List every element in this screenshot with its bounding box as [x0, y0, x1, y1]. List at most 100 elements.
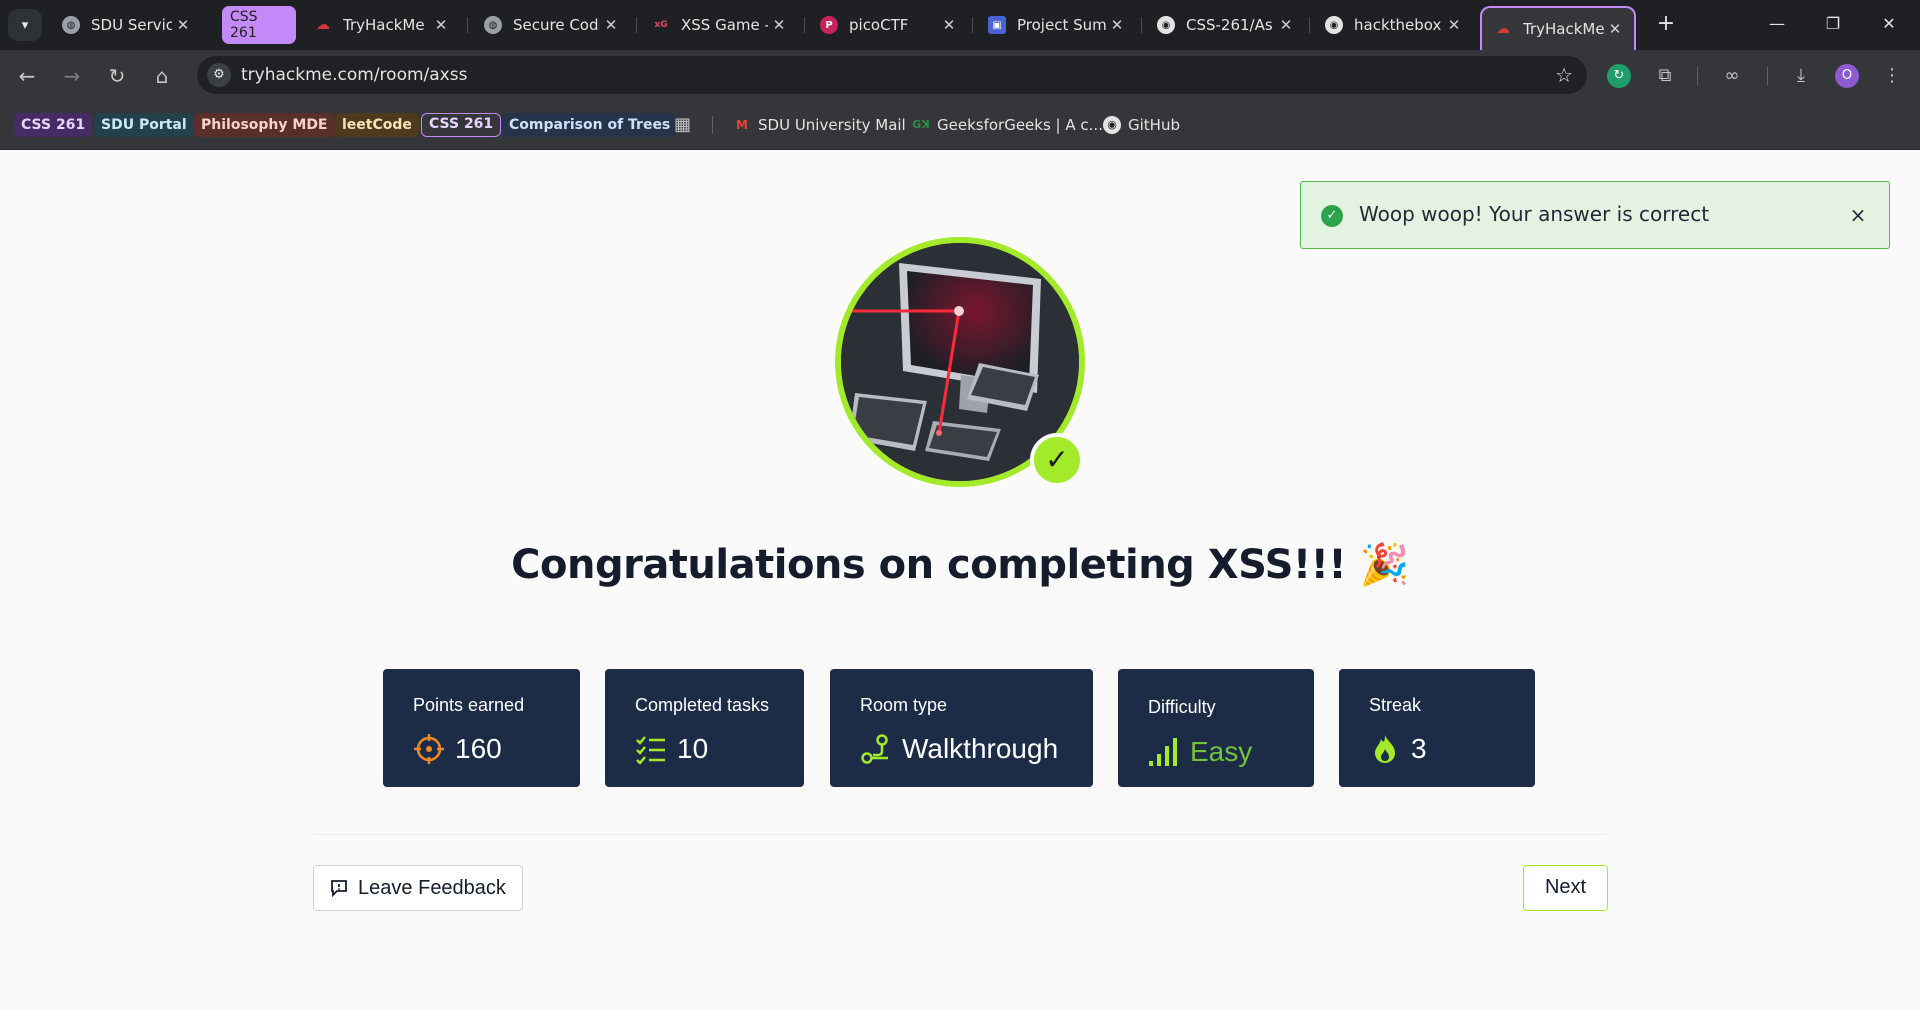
stat-label: Points earned — [413, 695, 525, 715]
tab-separator — [972, 17, 973, 33]
tryhackme-icon: ☁ — [1496, 21, 1510, 37]
tab-picoctf[interactable]: P picoCTF ✕ — [808, 8, 968, 42]
gmail-icon: M — [736, 118, 748, 132]
tab-tryhackme[interactable]: ☁ TryHackMe | ✕ — [302, 8, 460, 42]
next-button[interactable]: Next — [1523, 865, 1608, 911]
url-text[interactable]: tryhackme.com/room/axss — [241, 65, 467, 85]
bookmarks-bar: CSS 261 SDU Portal Philosophy MDE leetCo… — [0, 100, 1920, 150]
tab-separator — [636, 17, 637, 33]
window-close-button[interactable]: ✕ — [1862, 8, 1916, 40]
toast-message: Woop woop! Your answer is correct — [1359, 202, 1710, 226]
bookmark-group-philosophy-mde[interactable]: Philosophy MDE — [194, 113, 335, 137]
stat-value: 3 — [1411, 733, 1427, 764]
globe-icon: ◍ — [62, 16, 80, 34]
tab-project-summary[interactable]: ▣ Project Sum ✕ — [976, 8, 1136, 42]
github-icon: ◉ — [1325, 16, 1343, 34]
tab-tryhackme-active[interactable]: ☁ TryHackMe | ✕ — [1480, 6, 1636, 50]
tab-separator — [804, 17, 805, 33]
signal-bars-icon — [1149, 738, 1177, 766]
chevron-down-icon: ▾ — [21, 17, 29, 33]
github-icon: ◉ — [1157, 16, 1175, 34]
back-arrow-icon[interactable]: ← — [12, 61, 42, 91]
close-icon[interactable]: ✕ — [1604, 20, 1626, 38]
close-icon[interactable]: × — [1845, 202, 1871, 228]
bookmark-geeksforgeeks[interactable]: Gꓘ GeeksforGeeks | A c... — [912, 113, 1103, 137]
stat-card-points: Points earned 160 — [383, 669, 580, 787]
stat-label: Streak — [1369, 695, 1422, 715]
close-icon[interactable]: ✕ — [172, 16, 194, 34]
bookmark-group-sdu-portal[interactable]: SDU Portal — [94, 113, 194, 137]
address-bar[interactable]: ⚙ tryhackme.com/room/axss ☆ — [197, 56, 1587, 94]
stat-card-completed-tasks: Completed tasks 10 — [605, 669, 804, 787]
close-icon[interactable]: ✕ — [768, 16, 790, 34]
reload-icon[interactable]: ↻ — [102, 61, 132, 91]
link-icon[interactable]: ∞ — [1720, 64, 1744, 88]
stat-label: Difficulty — [1148, 697, 1216, 717]
new-tab-button[interactable]: + — [1652, 10, 1680, 38]
tab-secure-coding[interactable]: ◍ Secure Codi ✕ — [472, 8, 630, 42]
profile-avatar[interactable]: O — [1835, 64, 1859, 88]
bookmark-star-icon[interactable]: ☆ — [1555, 63, 1573, 87]
tab-group-css-261[interactable]: CSS 261 — [222, 6, 296, 44]
stat-value: 10 — [677, 733, 709, 764]
apps-grid-icon[interactable]: ▦ — [674, 113, 691, 137]
close-icon[interactable]: ✕ — [1443, 16, 1465, 34]
stat-value: Easy — [1190, 736, 1253, 767]
check-circle-icon: ✓ — [1321, 205, 1343, 227]
xss-game-icon: xG — [652, 16, 670, 34]
section-divider — [313, 834, 1607, 835]
bookmark-group-css-261-outlined[interactable]: CSS 261 — [421, 113, 502, 137]
stat-value: Walkthrough — [902, 733, 1059, 764]
tab-hackthebox[interactable]: ◉ hackthebox ✕ — [1313, 8, 1473, 42]
leave-feedback-label: Leave Feedback — [358, 876, 506, 899]
tab-separator — [1309, 17, 1310, 33]
minimize-button[interactable]: — — [1750, 8, 1804, 40]
feedback-icon — [331, 880, 347, 897]
close-icon[interactable]: ✕ — [430, 16, 452, 34]
geeksforgeeks-icon: Gꓘ — [912, 118, 930, 131]
target-icon — [414, 734, 444, 764]
stat-label: Completed tasks — [635, 695, 770, 715]
stat-card-streak: Streak 3 — [1339, 669, 1535, 787]
bookmark-github[interactable]: ◉ GitHub — [1103, 113, 1180, 137]
toolbar-separator — [1697, 67, 1698, 85]
github-icon: ◉ — [1103, 116, 1121, 134]
tab-css-261-github[interactable]: ◉ CSS-261/As ✕ — [1145, 8, 1305, 42]
menu-kebab-icon[interactable]: ⋮ — [1880, 64, 1904, 88]
bookmark-sdu-university-mail[interactable]: M SDU University Mail — [733, 113, 906, 137]
close-icon[interactable]: ✕ — [1275, 16, 1297, 34]
stat-card-room-type: Room type Walkthrough — [830, 669, 1093, 787]
tab-separator — [467, 17, 468, 33]
tab-xss-game[interactable]: xG XSS Game - ✕ — [640, 8, 798, 42]
bookmark-group-leetcode[interactable]: leetCode — [335, 113, 419, 137]
picoctf-icon: P — [820, 16, 838, 34]
checklist-icon — [636, 736, 665, 765]
success-toast: ✓ Woop woop! Your answer is correct × — [1300, 181, 1890, 249]
route-icon — [861, 734, 888, 764]
stat-card-difficulty: Difficulty Easy — [1118, 669, 1314, 787]
tab-sdu-service[interactable]: ◍ SDU Service ✕ — [50, 8, 202, 42]
close-icon[interactable]: ✕ — [938, 16, 960, 34]
restore-button[interactable]: ❐ — [1806, 8, 1860, 40]
room-badge: ✓ — [835, 237, 1085, 487]
grammarly-extension-icon[interactable]: ↻ — [1607, 64, 1631, 88]
download-icon[interactable]: ⤓ — [1789, 64, 1813, 88]
completed-check-icon: ✓ — [1030, 433, 1084, 487]
stat-label: Room type — [860, 695, 948, 715]
browser-toolbar: ← → ↻ ⌂ ⚙ tryhackme.com/room/axss ☆ ↻ ⧉ … — [0, 50, 1920, 100]
tab-strip: ▾ ◍ SDU Service ✕ CSS 261 ☁ TryHackMe | … — [0, 0, 1920, 50]
completion-headline: Congratulations on completing XSS!!! 🎉 — [511, 542, 1409, 588]
bookmark-group-comparison-of-trees[interactable]: Comparison of Trees — [502, 113, 678, 137]
extensions-icon[interactable]: ⧉ — [1653, 64, 1677, 88]
site-settings-icon[interactable]: ⚙ — [207, 63, 231, 87]
close-icon[interactable]: ✕ — [1106, 16, 1128, 34]
bookmark-group-css-261[interactable]: CSS 261 — [14, 113, 93, 137]
close-icon[interactable]: ✕ — [600, 16, 622, 34]
room-completion-page: ✓ Woop woop! Your answer is correct × ✓ … — [0, 151, 1920, 1010]
tryhackme-icon: ☁ — [316, 17, 330, 33]
project-icon: ▣ — [988, 16, 1006, 34]
tab-search-button[interactable]: ▾ — [8, 9, 42, 41]
leave-feedback-button[interactable]: Leave Feedback — [313, 865, 523, 911]
home-icon[interactable]: ⌂ — [147, 61, 177, 91]
forward-arrow-icon[interactable]: → — [57, 61, 87, 91]
